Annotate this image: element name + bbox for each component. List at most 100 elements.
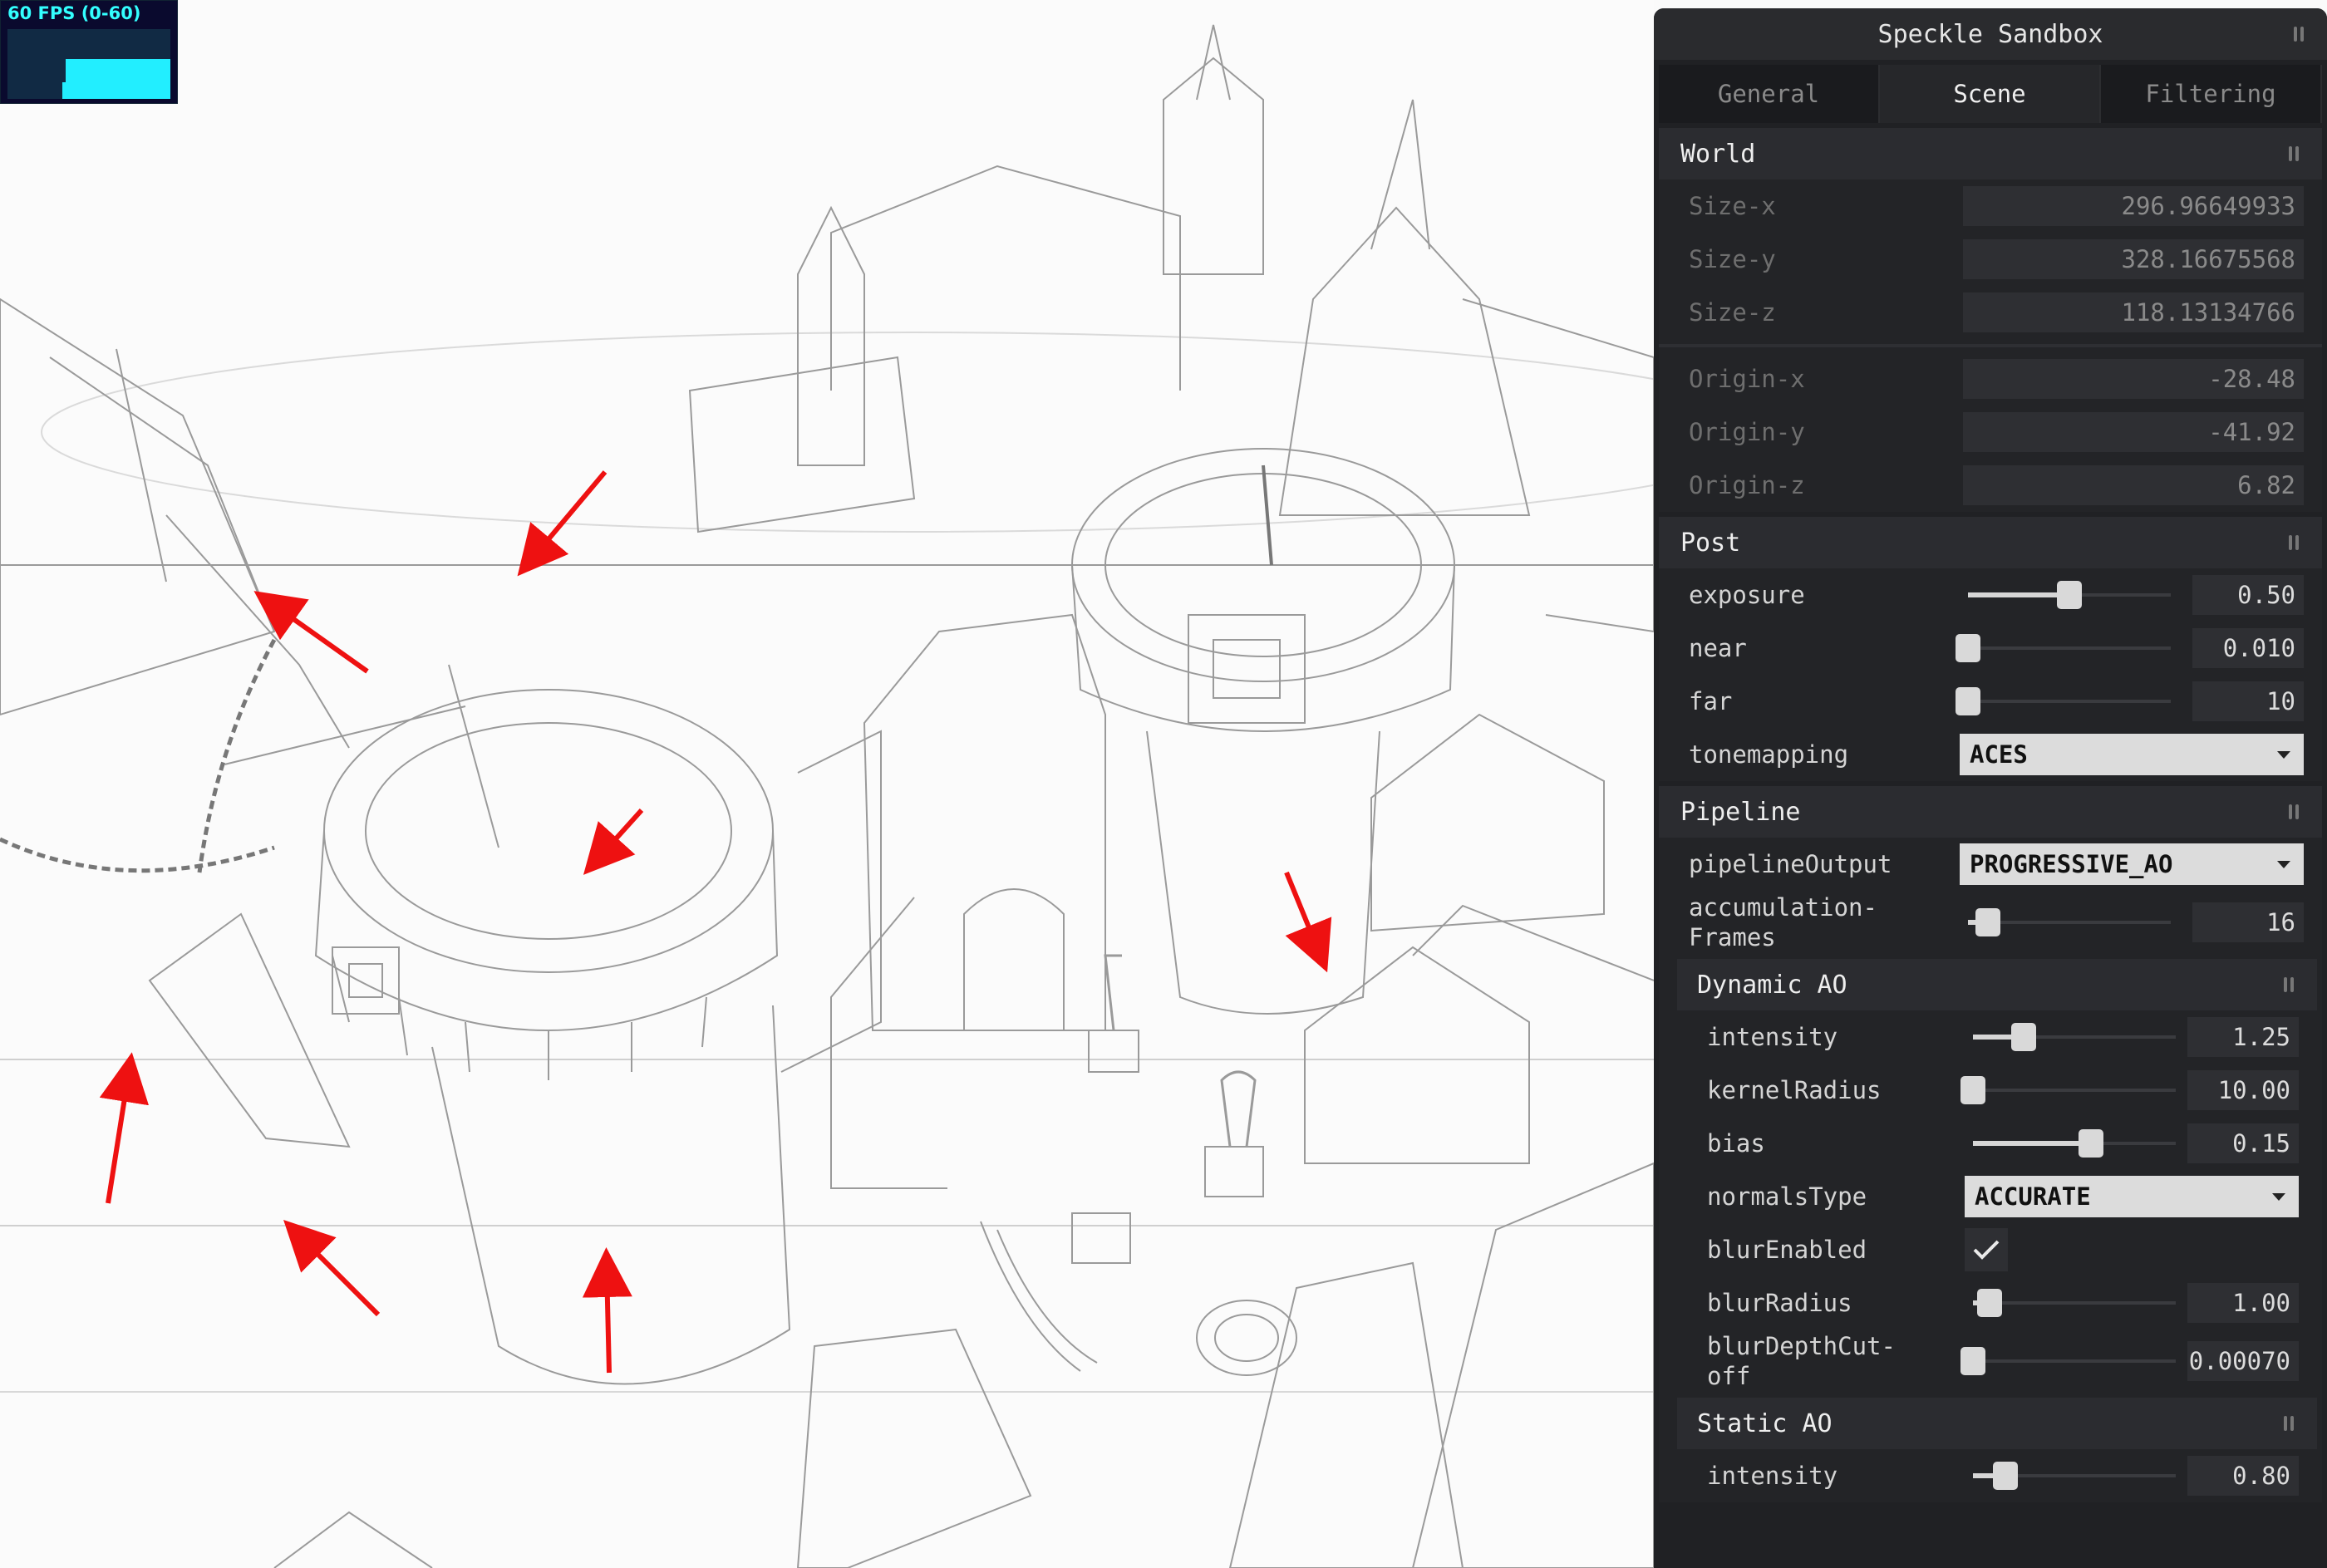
tab-general[interactable]: General bbox=[1659, 65, 1880, 123]
row-tonemapping: tonemapping ACES bbox=[1659, 728, 2322, 781]
folder-pipeline: Pipeline pipelineOutput PROGRESSIVE_AO a… bbox=[1659, 786, 2322, 1502]
chevron-down-icon bbox=[2277, 861, 2290, 868]
blur-radius-slider[interactable] bbox=[1973, 1289, 2176, 1317]
near-input[interactable]: 0.010 bbox=[2192, 628, 2304, 668]
3d-viewport[interactable]: 60 FPS (0-60) bbox=[0, 0, 1654, 1568]
row-origin-z: Origin-z 6.82 bbox=[1659, 459, 2322, 512]
slider-knob[interactable] bbox=[2057, 581, 2082, 609]
size-y-field: 328.16675568 bbox=[1963, 239, 2304, 279]
tab-bar: General Scene Filtering bbox=[1659, 65, 2322, 123]
origin-x-field: -28.48 bbox=[1963, 359, 2304, 399]
blur-radius-label: blurRadius bbox=[1707, 1289, 1852, 1317]
near-slider[interactable] bbox=[1956, 634, 2171, 662]
folder-pipeline-header[interactable]: Pipeline bbox=[1659, 786, 2322, 838]
fps-label: 60 FPS (0-60) bbox=[7, 3, 141, 23]
accumulation-frames-input[interactable]: 16 bbox=[2192, 902, 2304, 942]
slider-knob[interactable] bbox=[1956, 634, 1980, 662]
fps-monitor: 60 FPS (0-60) bbox=[0, 0, 178, 104]
row-far: far 10 bbox=[1659, 675, 2322, 728]
blur-depth-cutoff-label: blurDepthCut-off bbox=[1707, 1332, 1896, 1390]
dao-intensity-input[interactable]: 1.25 bbox=[2187, 1017, 2299, 1057]
panel-title-bar[interactable]: Speckle Sandbox bbox=[1654, 8, 2327, 60]
sao-intensity-label: intensity bbox=[1707, 1462, 1838, 1490]
row-kernel-radius: kernelRadius 10.00 bbox=[1677, 1064, 2317, 1117]
blur-depth-cutoff-slider[interactable] bbox=[1960, 1347, 2176, 1375]
bias-input[interactable]: 0.15 bbox=[2187, 1123, 2299, 1163]
folder-post: Post exposure 0.50 near 0.010 far 10 ton… bbox=[1659, 517, 2322, 781]
blur-depth-cutoff-input[interactable]: 0.00070 bbox=[2187, 1341, 2299, 1381]
normals-type-label: normalsType bbox=[1707, 1182, 1867, 1211]
folder-world-title: World bbox=[1680, 139, 1756, 169]
tab-filtering[interactable]: Filtering bbox=[2101, 65, 2322, 123]
origin-z-field: 6.82 bbox=[1963, 465, 2304, 505]
bias-label: bias bbox=[1707, 1129, 1765, 1158]
kernel-radius-label: kernelRadius bbox=[1707, 1076, 1882, 1104]
origin-z-label: Origin-z bbox=[1689, 471, 1805, 499]
folder-pipeline-title: Pipeline bbox=[1680, 797, 1801, 827]
far-label: far bbox=[1689, 687, 1733, 715]
folder-dynamic-ao-header[interactable]: Dynamic AO bbox=[1677, 959, 2317, 1010]
far-slider[interactable] bbox=[1956, 687, 2171, 715]
blur-radius-input[interactable]: 1.00 bbox=[2187, 1283, 2299, 1323]
size-z-field: 118.13134766 bbox=[1963, 292, 2304, 332]
folder-post-title: Post bbox=[1680, 528, 1741, 558]
exposure-input[interactable]: 0.50 bbox=[2192, 575, 2304, 615]
accumulation-frames-slider[interactable] bbox=[1968, 908, 2171, 936]
origin-y-label: Origin-y bbox=[1689, 418, 1805, 446]
slider-knob[interactable] bbox=[1960, 1076, 1985, 1104]
slider-knob[interactable] bbox=[1960, 1347, 1985, 1375]
collapse-handle-icon[interactable] bbox=[2289, 146, 2299, 161]
row-normals-type: normalsType ACCURATE bbox=[1677, 1170, 2317, 1223]
slider-knob[interactable] bbox=[1975, 908, 2001, 936]
pipeline-output-select[interactable]: PROGRESSIVE_AO bbox=[1960, 843, 2304, 885]
folder-world-header[interactable]: World bbox=[1659, 128, 2322, 179]
row-near: near 0.010 bbox=[1659, 622, 2322, 675]
far-input[interactable]: 10 bbox=[2192, 681, 2304, 721]
control-panel: Speckle Sandbox General Scene Filtering … bbox=[1654, 8, 2327, 1568]
dao-intensity-slider[interactable] bbox=[1973, 1023, 2176, 1051]
slider-knob[interactable] bbox=[1956, 687, 1980, 715]
exposure-slider[interactable] bbox=[1968, 581, 2171, 609]
folder-world: World Size-x 296.96649933 Size-y 328.166… bbox=[1659, 128, 2322, 512]
row-size-y: Size-y 328.16675568 bbox=[1659, 233, 2322, 286]
collapse-handle-icon[interactable] bbox=[2294, 27, 2304, 42]
row-exposure: exposure 0.50 bbox=[1659, 568, 2322, 622]
row-pipeline-output: pipelineOutput PROGRESSIVE_AO bbox=[1659, 838, 2322, 891]
size-y-label: Size-y bbox=[1689, 245, 1776, 273]
row-size-x: Size-x 296.96649933 bbox=[1659, 179, 2322, 233]
kernel-radius-input[interactable]: 10.00 bbox=[2187, 1070, 2299, 1110]
folder-dynamic-ao-title: Dynamic AO bbox=[1697, 970, 1847, 1000]
tonemapping-select[interactable]: ACES bbox=[1960, 734, 2304, 775]
sao-intensity-slider[interactable] bbox=[1973, 1462, 2176, 1490]
blur-enabled-checkbox[interactable] bbox=[1965, 1228, 2008, 1271]
panel-title: Speckle Sandbox bbox=[1877, 19, 2103, 49]
origin-x-label: Origin-x bbox=[1689, 365, 1805, 393]
row-accumulation-frames: accumulation- Frames 16 bbox=[1659, 891, 2322, 954]
slider-knob[interactable] bbox=[2078, 1129, 2103, 1158]
kernel-radius-slider[interactable] bbox=[1960, 1076, 2176, 1104]
row-blur-depth-cutoff: blurDepthCut-off 0.00070 bbox=[1677, 1330, 2317, 1393]
fps-graph bbox=[7, 29, 170, 99]
collapse-handle-icon[interactable] bbox=[2289, 535, 2299, 550]
slider-knob[interactable] bbox=[1993, 1462, 2019, 1490]
chevron-down-icon bbox=[2277, 751, 2290, 759]
bias-slider[interactable] bbox=[1973, 1129, 2176, 1158]
collapse-handle-icon[interactable] bbox=[2284, 1416, 2294, 1431]
row-bias: bias 0.15 bbox=[1677, 1117, 2317, 1170]
normals-type-select[interactable]: ACCURATE bbox=[1965, 1176, 2299, 1217]
tonemapping-label: tonemapping bbox=[1689, 740, 1849, 769]
collapse-handle-icon[interactable] bbox=[2284, 977, 2294, 992]
folder-static-ao-header[interactable]: Static AO bbox=[1677, 1398, 2317, 1449]
collapse-handle-icon[interactable] bbox=[2289, 804, 2299, 819]
slider-knob[interactable] bbox=[2011, 1023, 2036, 1051]
tonemapping-value: ACES bbox=[1970, 740, 2028, 769]
normals-type-value: ACCURATE bbox=[1975, 1182, 2091, 1211]
row-sao-intensity: intensity 0.80 bbox=[1677, 1449, 2317, 1502]
chevron-down-icon bbox=[2272, 1193, 2285, 1201]
folder-post-header[interactable]: Post bbox=[1659, 517, 2322, 568]
folder-dynamic-ao: Dynamic AO intensity 1.25 kernelRadius 1… bbox=[1677, 959, 2317, 1393]
slider-knob[interactable] bbox=[1976, 1289, 2002, 1317]
sao-intensity-input[interactable]: 0.80 bbox=[2187, 1456, 2299, 1496]
near-label: near bbox=[1689, 634, 1747, 662]
tab-scene[interactable]: Scene bbox=[1880, 65, 2101, 123]
